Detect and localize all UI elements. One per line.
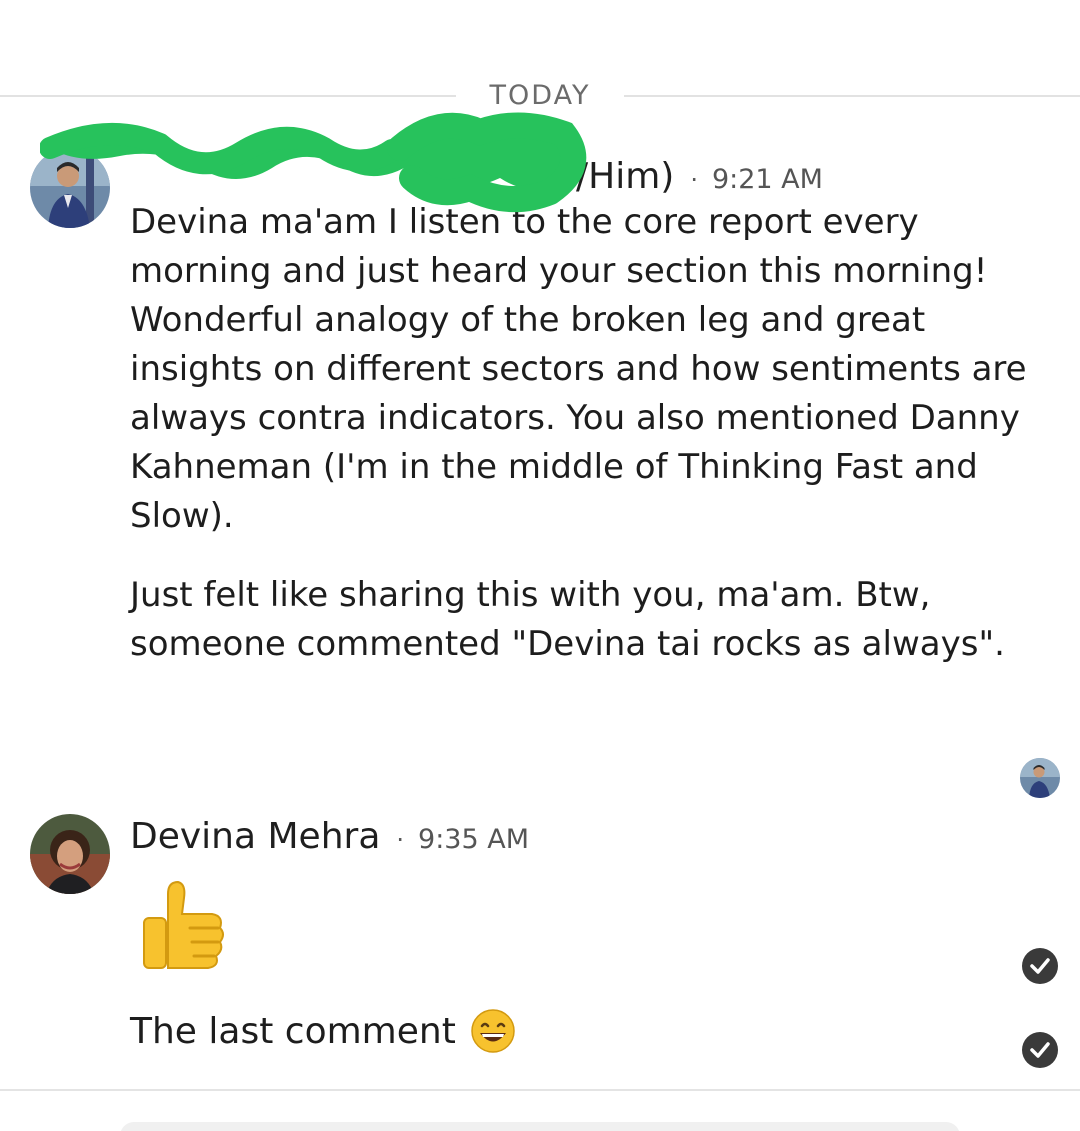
separator-dot: · [690, 166, 698, 194]
grinning-face-icon [471, 1009, 515, 1053]
sender-name-partial[interactable]: /Him) [130, 156, 674, 197]
bottom-divider [0, 1089, 1080, 1091]
delivered-check-icon [1022, 1032, 1058, 1068]
sender-avatar[interactable] [30, 814, 110, 894]
sender-avatar[interactable] [30, 148, 110, 228]
sender-name[interactable]: Devina Mehra [130, 816, 380, 857]
message-body-1: Devina ma'am I listen to the core report… [130, 198, 1030, 669]
message-time: 9:35 AM [418, 824, 530, 855]
thumbs-up-icon [143, 880, 224, 969]
message-paragraph: Devina ma'am I listen to the core report… [130, 202, 1027, 536]
message-time: 9:21 AM [711, 164, 823, 195]
read-receipt-avatar [1020, 758, 1060, 798]
message-composer[interactable] [120, 1122, 960, 1131]
separator-dot: · [396, 826, 405, 854]
date-divider: TODAY [0, 78, 1080, 114]
message-text-row: The last comment [130, 1008, 516, 1054]
message-text: The last comment [130, 1010, 456, 1052]
date-divider-label: TODAY [489, 80, 591, 111]
message-header-1: /Him) · 9:21 AM [130, 156, 823, 197]
message-paragraph: Just felt like sharing this with you, ma… [130, 575, 1005, 664]
divider-line-left [0, 95, 456, 97]
message-header-2: Devina Mehra · 9:35 AM [130, 816, 529, 857]
divider-line-right [624, 95, 1080, 97]
delivered-check-icon [1022, 948, 1058, 984]
